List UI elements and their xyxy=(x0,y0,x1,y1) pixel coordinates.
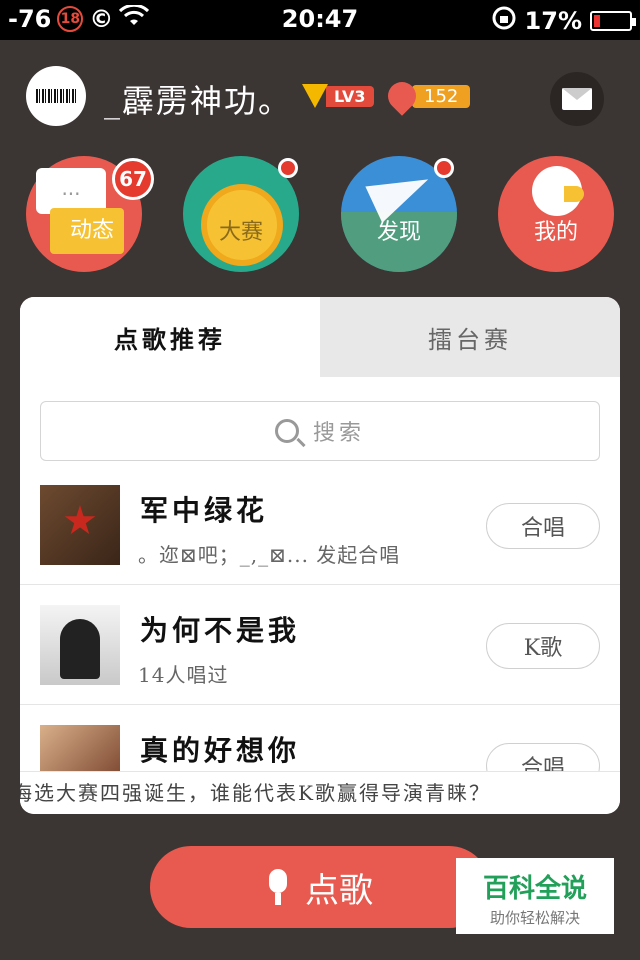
battery-icon xyxy=(590,11,636,31)
profile-header: _霹雳神功。 LV3 152 xyxy=(0,66,640,130)
song-subtitle: 14人唱过 xyxy=(138,663,229,687)
bird-beak-icon xyxy=(564,186,584,202)
battery-fill xyxy=(594,15,600,27)
envelope-icon xyxy=(562,88,592,110)
song-title: 为何不是我 xyxy=(140,614,301,647)
song-panel: 点歌推荐 擂台赛 搜索 军中绿花 。迩⊠吧；_,_⊠... 发起合唱 合唱 为何… xyxy=(20,297,620,814)
flower-icon xyxy=(382,76,422,116)
battery-percent: 17% xyxy=(524,7,582,35)
discover-new-dot xyxy=(434,158,454,178)
watermark-logo: 百科全说 助你轻松解决 xyxy=(456,858,614,934)
username[interactable]: _霹雳神功。 xyxy=(104,76,292,122)
song-subtitle: 。迩⊠吧；_,_⊠... 发起合唱 xyxy=(138,543,401,567)
nav-mine-label: 我的 xyxy=(533,220,578,245)
list-item[interactable]: 为何不是我 14人唱过 K歌 xyxy=(20,585,620,705)
tab-arena[interactable]: 擂台赛 xyxy=(320,297,620,377)
list-item[interactable]: 军中绿花 。迩⊠吧；_,_⊠... 发起合唱 合唱 xyxy=(20,465,620,585)
contest-new-dot xyxy=(278,158,298,178)
nav-discover-label: 发现 xyxy=(376,220,421,245)
album-cover xyxy=(40,485,120,565)
song-title: 真的好想你 xyxy=(140,734,301,767)
avatar[interactable] xyxy=(26,66,86,126)
level-chevron-icon xyxy=(302,84,328,108)
search-input[interactable]: 搜索 xyxy=(40,401,600,461)
tab-recommend[interactable]: 点歌推荐 xyxy=(20,297,320,377)
nav-contest-label: 大赛 xyxy=(218,220,263,245)
chorus-button[interactable]: 合唱 xyxy=(486,503,600,549)
level-badge[interactable]: LV3 xyxy=(302,84,374,108)
barcode-icon xyxy=(36,89,76,103)
nav-mine[interactable]: 我的 xyxy=(498,156,614,272)
watermark-subtitle: 助你轻松解决 xyxy=(489,909,580,927)
album-cover xyxy=(40,605,120,685)
flowers-count: 152 xyxy=(412,84,471,108)
mail-button[interactable] xyxy=(550,72,604,126)
flowers-badge[interactable]: 152 xyxy=(382,76,471,116)
status-right: 17% xyxy=(491,5,636,37)
search-icon xyxy=(274,419,299,443)
sing-button[interactable]: 点歌 xyxy=(150,846,490,928)
ticker-text: 海选大赛四强诞生，谁能代表K歌赢得导演青睐？ xyxy=(20,781,491,805)
watermark-title: 百科全说 xyxy=(482,874,587,904)
karaoke-button[interactable]: K歌 xyxy=(486,623,600,669)
level-text: LV3 xyxy=(326,85,374,107)
tab-bar: 点歌推荐 擂台赛 xyxy=(20,297,620,377)
sing-label: 点歌 xyxy=(305,870,373,911)
search-placeholder: 搜索 xyxy=(312,421,365,446)
notification-badge: 67 xyxy=(112,158,154,200)
rotation-lock-icon xyxy=(491,5,517,37)
status-bar: -76 18 © 20:47 17% xyxy=(0,0,640,40)
song-title: 军中绿花 xyxy=(140,494,269,527)
microphone-icon xyxy=(267,869,289,905)
nav-dynamics-label: 动态 xyxy=(69,218,114,243)
news-ticker[interactable]: 海选大赛四强诞生，谁能代表K歌赢得导演青睐？ xyxy=(20,771,620,814)
